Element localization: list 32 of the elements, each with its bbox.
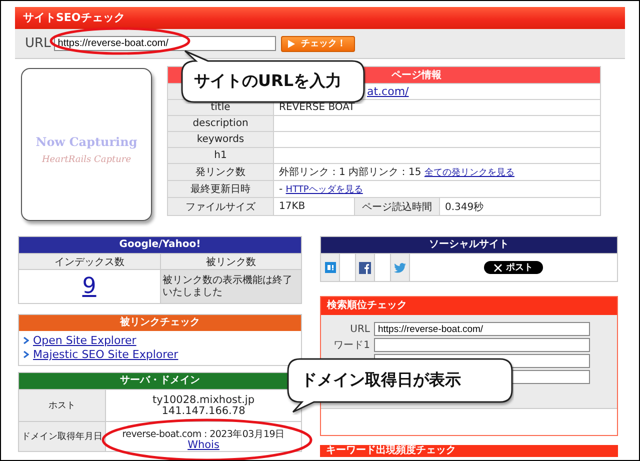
row-value: 17KB [274,198,354,216]
row-value: - [279,184,283,194]
row-value: reverse-boat.com : 2023年03月19日 [122,428,285,440]
box-header: 被リンクチェック [19,315,301,331]
row-label: ページ読込時間 [354,198,440,216]
box-header: 検索順位チェック [321,297,617,315]
field-label: ワード1 [332,339,370,352]
row-label: keywords [168,132,274,148]
row-label: h1 [168,148,274,164]
row-label: 最終更新日時 [168,180,274,198]
callout-text: サイトのURLを入力 [194,71,342,92]
row-label: 発リンク数 [168,164,274,180]
field-label: URL [349,324,370,334]
callout-text: ドメイン取得日が表示 [301,370,461,391]
box-header: ソーシャルサイト [320,236,618,254]
box-header: Google/Yahoo! [18,236,302,254]
row-label: ドメイン取得年月日 [18,422,106,452]
section-header: サイトSEOチェック [15,7,625,29]
row-value: 0.349秒 [440,198,600,216]
column-header: 被リンク数 [160,254,302,270]
notice-text: 被リンク数の表示機能は終了いたしました [160,270,302,304]
capture-credit: HeartRails Capture [42,154,132,164]
row-value: ty10028.mixhost.jp [152,394,255,406]
section-header: キーワード出現頻度チェック [320,445,618,457]
url-label: URL [25,36,51,51]
row-label: ホスト [18,390,106,422]
row-label: description [168,116,274,132]
capture-title: Now Capturing [36,134,138,148]
row-value: 外部リンク：1 内部リンク：15 [279,167,422,178]
row-value: 141.147.166.78 [162,404,246,416]
row-label: ファイルサイズ [168,198,274,216]
column-header: インデックス数 [18,254,160,270]
